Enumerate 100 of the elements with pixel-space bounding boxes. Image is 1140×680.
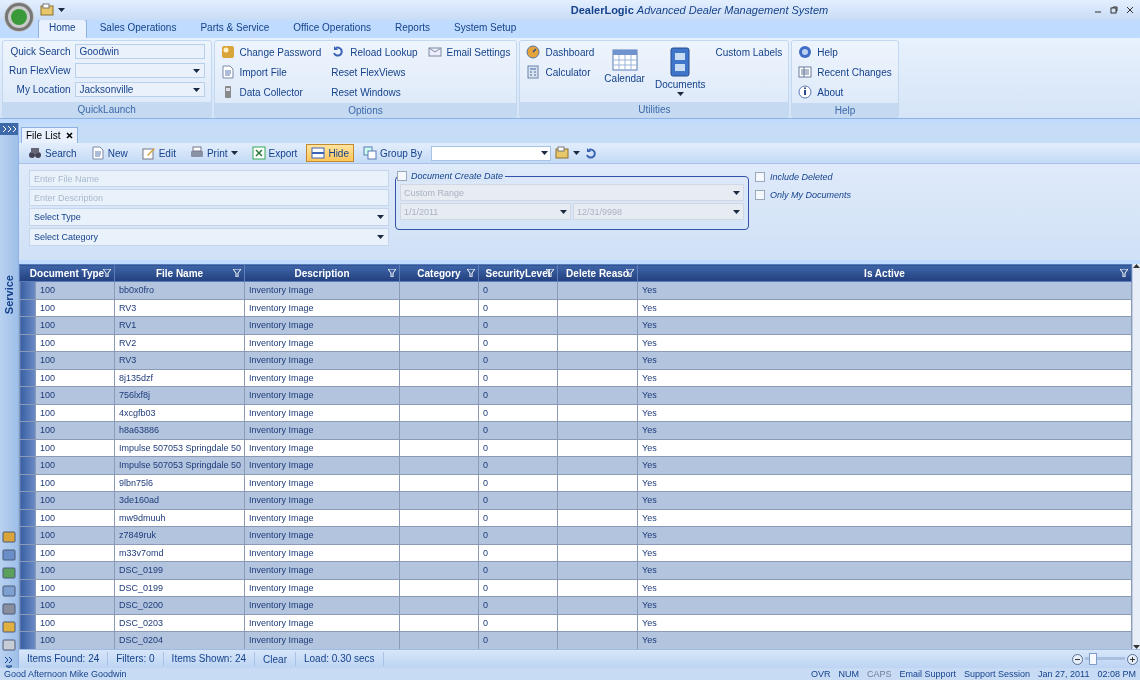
document-icon <box>220 65 235 79</box>
ribbon-button[interactable]: Import File <box>220 63 322 81</box>
ribbon-button[interactable]: Recent Changes <box>798 63 892 81</box>
refresh-icon[interactable] <box>584 147 597 159</box>
caret-icon <box>230 151 238 155</box>
filter-icon[interactable] <box>233 269 241 277</box>
caret-icon <box>676 92 684 96</box>
group-title: Utilities <box>520 102 789 117</box>
input-field[interactable]: Goodwin <box>74 44 205 59</box>
status-link[interactable]: Support Session <box>964 669 1031 679</box>
status-time: 02:08 PM <box>1097 669 1136 679</box>
ribbon-tab[interactable]: System Setup <box>443 19 528 38</box>
ribbon-tab[interactable]: Office Operations <box>282 19 382 38</box>
envelope-icon <box>427 45 442 59</box>
filter-icon[interactable] <box>103 269 111 277</box>
ribbon-button[interactable]: Custom Labels <box>715 43 783 61</box>
dropdown-field[interactable]: Jacksonville <box>74 82 205 97</box>
new-document-icon <box>90 146 105 160</box>
caret-icon <box>192 87 200 92</box>
ribbon-button[interactable]: Calculator <box>526 63 595 81</box>
checkbox-label: Include Deleted <box>770 172 833 182</box>
slider-track[interactable] <box>1085 653 1125 665</box>
folder-icon[interactable] <box>555 146 570 160</box>
gauge-icon <box>526 45 541 59</box>
column-header[interactable]: Category <box>399 264 479 282</box>
toolbar-button[interactable]: Hide <box>306 144 354 162</box>
dropdown-field[interactable]: Select Category <box>29 228 389 246</box>
status-text: Items Shown: 24 <box>163 652 256 666</box>
column-header[interactable]: Delete Reaso <box>557 264 638 282</box>
checkbox[interactable] <box>755 172 765 182</box>
toolbar-button[interactable]: Group By <box>358 144 428 162</box>
filter-icon[interactable] <box>388 269 396 277</box>
caret-icon <box>377 235 384 239</box>
ribbon-button[interactable]: Reset FlexViews <box>331 63 418 81</box>
column-header[interactable]: SecurityLevel <box>478 264 558 282</box>
key-indicator: OVR <box>810 669 831 679</box>
status-text: Load: 0.30 secs <box>296 652 384 666</box>
column-header[interactable]: Document Type <box>19 264 115 282</box>
ribbon-button[interactable]: About <box>798 83 892 101</box>
close-icon[interactable] <box>66 132 74 139</box>
column-header[interactable]: File Name <box>114 264 245 282</box>
ribbon-tab[interactable]: Home <box>38 19 87 38</box>
column-header[interactable]: Is Active <box>637 264 1132 282</box>
filter-icon[interactable] <box>467 269 475 277</box>
dropdown-field[interactable]: Select Type <box>29 208 389 226</box>
ribbon-tab[interactable]: Sales Operations <box>88 19 188 38</box>
toolbar-button[interactable]: Export <box>246 144 303 162</box>
ribbon-button[interactable]: Dashboard <box>526 43 595 61</box>
close-icon[interactable] <box>1126 6 1134 14</box>
ribbon-button[interactable]: Calendar <box>604 43 645 84</box>
caret-icon <box>541 151 549 155</box>
panel-icon <box>311 146 326 160</box>
scrollbar[interactable] <box>1132 264 1140 649</box>
zoom-out-icon[interactable] <box>1072 653 1083 665</box>
caret-icon <box>560 209 567 214</box>
app-logo-icon <box>4 2 34 32</box>
slider-thumb[interactable] <box>1089 653 1097 665</box>
group-icon <box>363 146 377 160</box>
toolbar-button[interactable]: Search <box>23 144 82 162</box>
field-label: Quick Search <box>10 46 71 57</box>
ribbon-tab[interactable]: Parts & Service <box>189 19 281 38</box>
column-header[interactable]: Description <box>244 264 400 282</box>
reload-icon <box>331 45 346 59</box>
ribbon-button[interactable]: Help <box>798 43 892 61</box>
status-text: Items Found: 24 <box>19 652 109 666</box>
caret-icon <box>192 68 200 73</box>
checkbox[interactable] <box>755 190 765 200</box>
clear-button[interactable]: Clear <box>255 652 296 666</box>
info-icon <box>798 85 813 99</box>
scroll-up-icon <box>1133 264 1140 268</box>
help-icon <box>798 45 813 59</box>
ribbon-tab[interactable]: Reports <box>383 19 441 38</box>
ribbon-button[interactable]: Reload Lookup <box>331 43 418 61</box>
filter-icon[interactable] <box>1120 269 1128 277</box>
expand-icon[interactable] <box>0 123 18 135</box>
checkbox-label: Only My Documents <box>770 190 852 200</box>
input-field[interactable]: Enter File Name <box>29 170 389 187</box>
ribbon-button[interactable]: Data Collector <box>220 83 322 101</box>
ribbon-button[interactable]: Change Password <box>220 43 322 61</box>
dropdown-field[interactable] <box>74 63 205 78</box>
toolbar-button[interactable]: Print <box>184 144 243 162</box>
document-tab[interactable]: File List <box>21 127 79 143</box>
folder-icon[interactable] <box>40 3 54 17</box>
group-label: Document Create Date <box>411 171 504 181</box>
status-link[interactable]: Email Support <box>899 669 957 679</box>
toolbar-button[interactable]: New <box>85 144 133 162</box>
status-date: Jan 27, 2011 <box>1038 669 1090 679</box>
toolbar-button[interactable]: Edit <box>136 144 181 162</box>
checkbox[interactable] <box>397 171 407 181</box>
zoom-in-icon[interactable] <box>1127 653 1138 665</box>
ribbon-button[interactable]: Documents <box>654 43 706 96</box>
calendar-icon <box>611 47 638 71</box>
greeting-text: Good Afternoon Mike Goodwin <box>4 669 127 679</box>
side-panel-tab[interactable]: Service <box>3 275 15 315</box>
ribbon-button[interactable]: Email Settings <box>427 43 511 61</box>
restore-icon[interactable] <box>1110 6 1118 14</box>
ribbon-button[interactable]: Reset Windows <box>331 83 418 101</box>
group-by-dropdown[interactable] <box>431 145 552 161</box>
more-icon[interactable] <box>4 656 14 668</box>
input-field[interactable]: Enter Description <box>29 189 389 206</box>
